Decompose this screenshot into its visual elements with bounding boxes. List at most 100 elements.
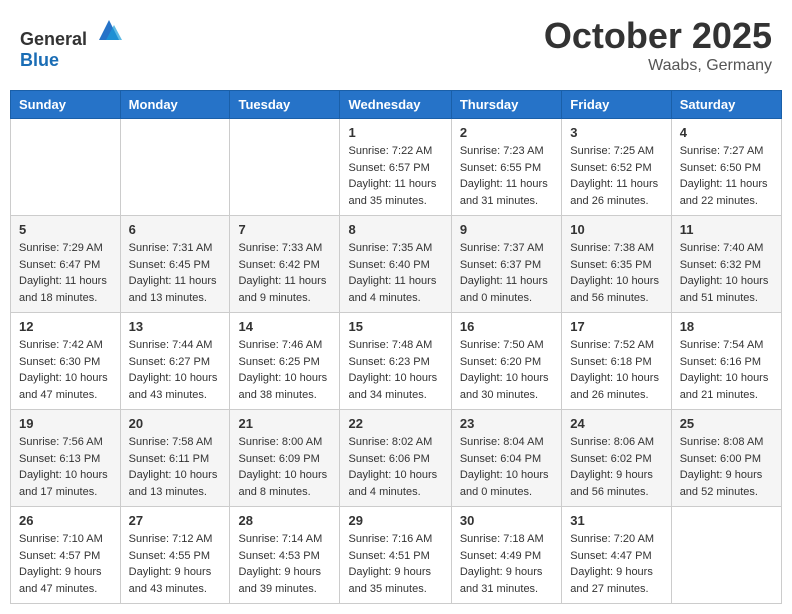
calendar-table: SundayMondayTuesdayWednesdayThursdayFrid… — [10, 90, 782, 604]
calendar-cell: 23 Sunrise: 8:04 AMSunset: 6:04 PMDayligh… — [451, 410, 561, 507]
calendar-cell — [230, 119, 340, 216]
calendar-cell: 28 Sunrise: 7:14 AMSunset: 4:53 PMDayligh… — [230, 507, 340, 604]
day-info: Sunrise: 7:52 AMSunset: 6:18 PMDaylight:… — [570, 337, 662, 403]
day-info: Sunrise: 7:16 AMSunset: 4:51 PMDaylight:… — [348, 531, 442, 597]
calendar-cell: 20 Sunrise: 7:58 AMSunset: 6:11 PMDayligh… — [120, 410, 230, 507]
weekday-header-monday: Monday — [120, 91, 230, 119]
calendar-cell: 31 Sunrise: 7:20 AMSunset: 4:47 PMDayligh… — [562, 507, 671, 604]
calendar-week-row: 5 Sunrise: 7:29 AMSunset: 6:47 PMDaylight… — [11, 216, 782, 313]
day-number: 3 — [570, 125, 662, 140]
day-number: 31 — [570, 513, 662, 528]
day-number: 10 — [570, 222, 662, 237]
day-number: 24 — [570, 416, 662, 431]
day-number: 16 — [460, 319, 553, 334]
calendar-cell: 22 Sunrise: 8:02 AMSunset: 6:06 PMDayligh… — [340, 410, 451, 507]
day-number: 15 — [348, 319, 442, 334]
page-header: General Blue October 2025 Waabs, Germany — [10, 10, 782, 80]
day-info: Sunrise: 7:22 AMSunset: 6:57 PMDaylight:… — [348, 143, 442, 209]
day-info: Sunrise: 7:38 AMSunset: 6:35 PMDaylight:… — [570, 240, 662, 306]
calendar-cell: 16 Sunrise: 7:50 AMSunset: 6:20 PMDayligh… — [451, 313, 561, 410]
day-info: Sunrise: 7:18 AMSunset: 4:49 PMDaylight:… — [460, 531, 553, 597]
day-number: 20 — [129, 416, 222, 431]
calendar-cell: 11 Sunrise: 7:40 AMSunset: 6:32 PMDayligh… — [671, 216, 781, 313]
day-number: 14 — [238, 319, 331, 334]
day-info: Sunrise: 7:48 AMSunset: 6:23 PMDaylight:… — [348, 337, 442, 403]
day-info: Sunrise: 7:31 AMSunset: 6:45 PMDaylight:… — [129, 240, 222, 306]
calendar-cell: 1Sunrise: 7:22 AMSunset: 6:57 PMDaylight… — [340, 119, 451, 216]
weekday-header-tuesday: Tuesday — [230, 91, 340, 119]
day-info: Sunrise: 7:29 AMSunset: 6:47 PMDaylight:… — [19, 240, 112, 306]
calendar-cell: 12Sunrise: 7:42 AMSunset: 6:30 PMDayligh… — [11, 313, 121, 410]
calendar-cell: 3 Sunrise: 7:25 AMSunset: 6:52 PMDaylight… — [562, 119, 671, 216]
day-info: Sunrise: 7:27 AMSunset: 6:50 PMDaylight:… — [680, 143, 773, 209]
day-info: Sunrise: 7:20 AMSunset: 4:47 PMDaylight:… — [570, 531, 662, 597]
day-info: Sunrise: 7:44 AMSunset: 6:27 PMDaylight:… — [129, 337, 222, 403]
calendar-cell: 14 Sunrise: 7:46 AMSunset: 6:25 PMDayligh… — [230, 313, 340, 410]
day-number: 12 — [19, 319, 112, 334]
calendar-cell: 24 Sunrise: 8:06 AMSunset: 6:02 PMDayligh… — [562, 410, 671, 507]
day-number: 7 — [238, 222, 331, 237]
day-info: Sunrise: 7:33 AMSunset: 6:42 PMDaylight:… — [238, 240, 331, 306]
day-info: Sunrise: 7:40 AMSunset: 6:32 PMDaylight:… — [680, 240, 773, 306]
calendar-cell: 30Sunrise: 7:18 AMSunset: 4:49 PMDayligh… — [451, 507, 561, 604]
day-number: 19 — [19, 416, 112, 431]
weekday-header-saturday: Saturday — [671, 91, 781, 119]
day-info: Sunrise: 7:14 AMSunset: 4:53 PMDaylight:… — [238, 531, 331, 597]
calendar-cell: 18 Sunrise: 7:54 AMSunset: 6:16 PMDayligh… — [671, 313, 781, 410]
day-info: Sunrise: 7:54 AMSunset: 6:16 PMDaylight:… — [680, 337, 773, 403]
calendar-cell: 21Sunrise: 8:00 AMSunset: 6:09 PMDayligh… — [230, 410, 340, 507]
day-info: Sunrise: 8:04 AMSunset: 6:04 PMDaylight:… — [460, 434, 553, 500]
day-info: Sunrise: 8:06 AMSunset: 6:02 PMDaylight:… — [570, 434, 662, 500]
calendar-cell: 26Sunrise: 7:10 AMSunset: 4:57 PMDayligh… — [11, 507, 121, 604]
day-number: 18 — [680, 319, 773, 334]
day-number: 13 — [129, 319, 222, 334]
calendar-cell: 19 Sunrise: 7:56 AMSunset: 6:13 PMDayligh… — [11, 410, 121, 507]
logo-blue: Blue — [20, 50, 59, 70]
day-info: Sunrise: 7:58 AMSunset: 6:11 PMDaylight:… — [129, 434, 222, 500]
day-number: 22 — [348, 416, 442, 431]
logo: General Blue — [20, 15, 124, 71]
logo-general: General — [20, 29, 87, 49]
day-number: 29 — [348, 513, 442, 528]
calendar-week-row: 26Sunrise: 7:10 AMSunset: 4:57 PMDayligh… — [11, 507, 782, 604]
day-info: Sunrise: 7:25 AMSunset: 6:52 PMDaylight:… — [570, 143, 662, 209]
calendar-week-row: 12Sunrise: 7:42 AMSunset: 6:30 PMDayligh… — [11, 313, 782, 410]
day-number: 27 — [129, 513, 222, 528]
day-number: 11 — [680, 222, 773, 237]
day-number: 9 — [460, 222, 553, 237]
day-info: Sunrise: 7:35 AMSunset: 6:40 PMDaylight:… — [348, 240, 442, 306]
calendar-cell: 7 Sunrise: 7:33 AMSunset: 6:42 PMDaylight… — [230, 216, 340, 313]
calendar-cell — [120, 119, 230, 216]
calendar-cell: 4 Sunrise: 7:27 AMSunset: 6:50 PMDaylight… — [671, 119, 781, 216]
day-info: Sunrise: 8:00 AMSunset: 6:09 PMDaylight:… — [238, 434, 331, 500]
calendar-cell: 27 Sunrise: 7:12 AMSunset: 4:55 PMDayligh… — [120, 507, 230, 604]
calendar-cell: 5 Sunrise: 7:29 AMSunset: 6:47 PMDaylight… — [11, 216, 121, 313]
calendar-cell: 15 Sunrise: 7:48 AMSunset: 6:23 PMDayligh… — [340, 313, 451, 410]
day-number: 8 — [348, 222, 442, 237]
day-number: 28 — [238, 513, 331, 528]
day-info: Sunrise: 7:56 AMSunset: 6:13 PMDaylight:… — [19, 434, 112, 500]
day-number: 2 — [460, 125, 553, 140]
weekday-header-friday: Friday — [562, 91, 671, 119]
day-info: Sunrise: 7:10 AMSunset: 4:57 PMDaylight:… — [19, 531, 112, 597]
day-info: Sunrise: 8:08 AMSunset: 6:00 PMDaylight:… — [680, 434, 773, 500]
calendar-cell: 6Sunrise: 7:31 AMSunset: 6:45 PMDaylight… — [120, 216, 230, 313]
weekday-header-thursday: Thursday — [451, 91, 561, 119]
calendar-cell: 17 Sunrise: 7:52 AMSunset: 6:18 PMDayligh… — [562, 313, 671, 410]
weekday-header-wednesday: Wednesday — [340, 91, 451, 119]
day-info: Sunrise: 7:46 AMSunset: 6:25 PMDaylight:… — [238, 337, 331, 403]
day-number: 23 — [460, 416, 553, 431]
day-info: Sunrise: 8:02 AMSunset: 6:06 PMDaylight:… — [348, 434, 442, 500]
month-title: October 2025 — [544, 15, 772, 57]
calendar-header-row: SundayMondayTuesdayWednesdayThursdayFrid… — [11, 91, 782, 119]
day-number: 5 — [19, 222, 112, 237]
calendar-cell: 29 Sunrise: 7:16 AMSunset: 4:51 PMDayligh… — [340, 507, 451, 604]
day-number: 17 — [570, 319, 662, 334]
day-info: Sunrise: 7:12 AMSunset: 4:55 PMDaylight:… — [129, 531, 222, 597]
day-info: Sunrise: 7:50 AMSunset: 6:20 PMDaylight:… — [460, 337, 553, 403]
calendar-cell: 10 Sunrise: 7:38 AMSunset: 6:35 PMDayligh… — [562, 216, 671, 313]
calendar-cell: 9 Sunrise: 7:37 AMSunset: 6:37 PMDaylight… — [451, 216, 561, 313]
day-number: 4 — [680, 125, 773, 140]
day-info: Sunrise: 7:37 AMSunset: 6:37 PMDaylight:… — [460, 240, 553, 306]
location: Waabs, Germany — [544, 57, 772, 75]
